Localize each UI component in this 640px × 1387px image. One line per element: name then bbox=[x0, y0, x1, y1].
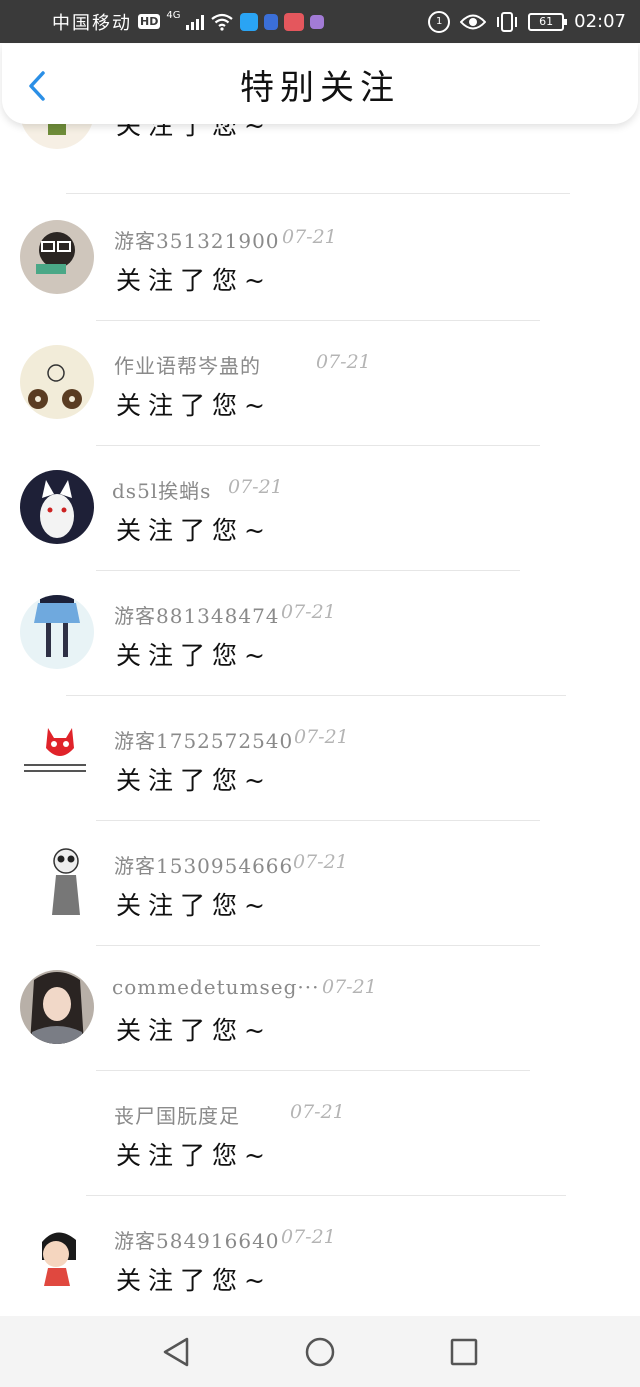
page-title: 特别关注 bbox=[240, 67, 400, 108]
item-message: 关注了您~ bbox=[116, 391, 272, 420]
glasses-person-avatar[interactable] bbox=[20, 220, 94, 294]
eye-icon bbox=[460, 14, 487, 29]
red-fox-avatar[interactable] bbox=[20, 720, 94, 794]
item-date: 07-21 bbox=[316, 351, 371, 373]
list-item[interactable]: ds5l挨蛸s 07-21 关注了您~ bbox=[0, 470, 640, 595]
nav-recents-button[interactable] bbox=[442, 1330, 486, 1374]
list-item[interactable]: 游客1530954666 07-21 关注了您~ bbox=[0, 845, 640, 970]
item-message: 关注了您~ bbox=[116, 891, 272, 920]
divider bbox=[96, 1070, 530, 1071]
item-date: 07-21 bbox=[281, 1226, 336, 1248]
divider bbox=[66, 695, 566, 696]
list-item[interactable]: 游客881348474 07-21 关注了您~ bbox=[0, 595, 640, 720]
divider bbox=[86, 1195, 566, 1196]
list-item[interactable]: 游客1752572540 07-21 关注了您~ bbox=[0, 720, 640, 845]
divider bbox=[96, 320, 540, 321]
item-date: 07-21 bbox=[281, 601, 336, 623]
list-item[interactable]: 作业语帮岑蛊的 07-21 关注了您~ bbox=[0, 345, 640, 470]
signal-icon bbox=[186, 14, 205, 30]
recents-square-icon bbox=[450, 1338, 478, 1365]
item-name: 作业语帮岑蛊的 bbox=[114, 354, 261, 378]
red-app-icon bbox=[284, 12, 305, 31]
status-left: 中国移动 HD 4G bbox=[52, 9, 325, 35]
divider bbox=[66, 193, 570, 194]
chevron-left-icon bbox=[29, 71, 45, 101]
item-date: 07-21 bbox=[322, 976, 377, 998]
system-nav-bar bbox=[0, 1316, 640, 1387]
item-name: 游客1530954666 bbox=[114, 854, 294, 878]
item-name: ds5l挨蛸s bbox=[112, 479, 212, 503]
back-triangle-icon bbox=[163, 1337, 189, 1366]
list-item[interactable]: commedetumseg··· 07-21 关注了您~ bbox=[0, 970, 640, 1095]
clock: 02:07 bbox=[574, 11, 626, 32]
item-message: 关注了您~ bbox=[116, 766, 272, 795]
item-message: 关注了您~ bbox=[116, 266, 272, 295]
battery-icon: 61 bbox=[528, 12, 568, 31]
blank-avatar[interactable] bbox=[20, 1095, 94, 1169]
divider bbox=[96, 945, 540, 946]
list-item[interactable]: 游客584916640 07-21 关注了您~ bbox=[0, 1220, 640, 1318]
skirt-legs-avatar[interactable] bbox=[20, 595, 94, 669]
anime-cat-avatar[interactable] bbox=[20, 470, 94, 544]
status-bar: 中国移动 HD 4G 1 61 02:07 bbox=[0, 0, 640, 43]
item-message: 关注了您~ bbox=[116, 516, 272, 545]
item-name: 丧尸国朊度足 bbox=[114, 1104, 240, 1128]
back-button[interactable] bbox=[24, 70, 50, 102]
item-message: 关注了您~ bbox=[116, 641, 272, 670]
item-name: 游客584916640 bbox=[114, 1229, 280, 1253]
network-type: 4G bbox=[166, 10, 181, 21]
home-circle-icon bbox=[305, 1337, 335, 1366]
divider bbox=[96, 570, 520, 571]
doodle-donut-avatar[interactable] bbox=[20, 345, 94, 419]
status-right: 1 61 02:07 bbox=[428, 10, 626, 33]
carrier-label: 中国移动 bbox=[52, 12, 132, 34]
hd-badge: HD bbox=[138, 14, 161, 29]
item-date: 07-21 bbox=[290, 1101, 345, 1123]
divider bbox=[96, 445, 540, 446]
item-name: 游客881348474 bbox=[114, 604, 280, 628]
cartoon-girl-avatar[interactable] bbox=[20, 1220, 94, 1294]
item-date: 07-21 bbox=[228, 476, 283, 498]
item-name: 游客351321900 bbox=[114, 229, 280, 253]
nav-home-button[interactable] bbox=[298, 1330, 342, 1374]
search-app-icon bbox=[240, 12, 259, 31]
list-item[interactable]: 丧尸国朊度足 07-21 关注了您~ bbox=[0, 1095, 640, 1220]
panda-sketch-avatar[interactable] bbox=[20, 845, 94, 919]
item-date: 07-21 bbox=[293, 851, 348, 873]
wifi-icon bbox=[211, 13, 234, 31]
item-date: 07-21 bbox=[294, 726, 349, 748]
item-name: commedetumseg··· bbox=[112, 975, 320, 999]
header-bar: 特别关注 bbox=[2, 44, 638, 124]
vibrate-icon bbox=[497, 11, 518, 32]
data-saver-icon: 1 bbox=[428, 10, 451, 33]
divider bbox=[96, 820, 540, 821]
girl-portrait-avatar[interactable] bbox=[20, 970, 94, 1044]
item-date: 07-21 bbox=[282, 226, 337, 248]
list-item[interactable]: 游客351321900 07-21 关注了您~ bbox=[0, 220, 640, 345]
item-name: 游客1752572540 bbox=[114, 729, 294, 753]
item-message: 关注了您~ bbox=[116, 1141, 272, 1170]
purple-app-icon bbox=[310, 14, 325, 29]
follow-list: 关注了您~ 游客351321900 07-21 关注了您~ 作业语帮岑蛊的 07… bbox=[0, 90, 640, 1318]
item-message: 关注了您~ bbox=[116, 1016, 272, 1045]
nav-back-button[interactable] bbox=[154, 1330, 198, 1374]
blue-app-icon bbox=[264, 13, 279, 30]
item-message: 关注了您~ bbox=[116, 1266, 272, 1295]
